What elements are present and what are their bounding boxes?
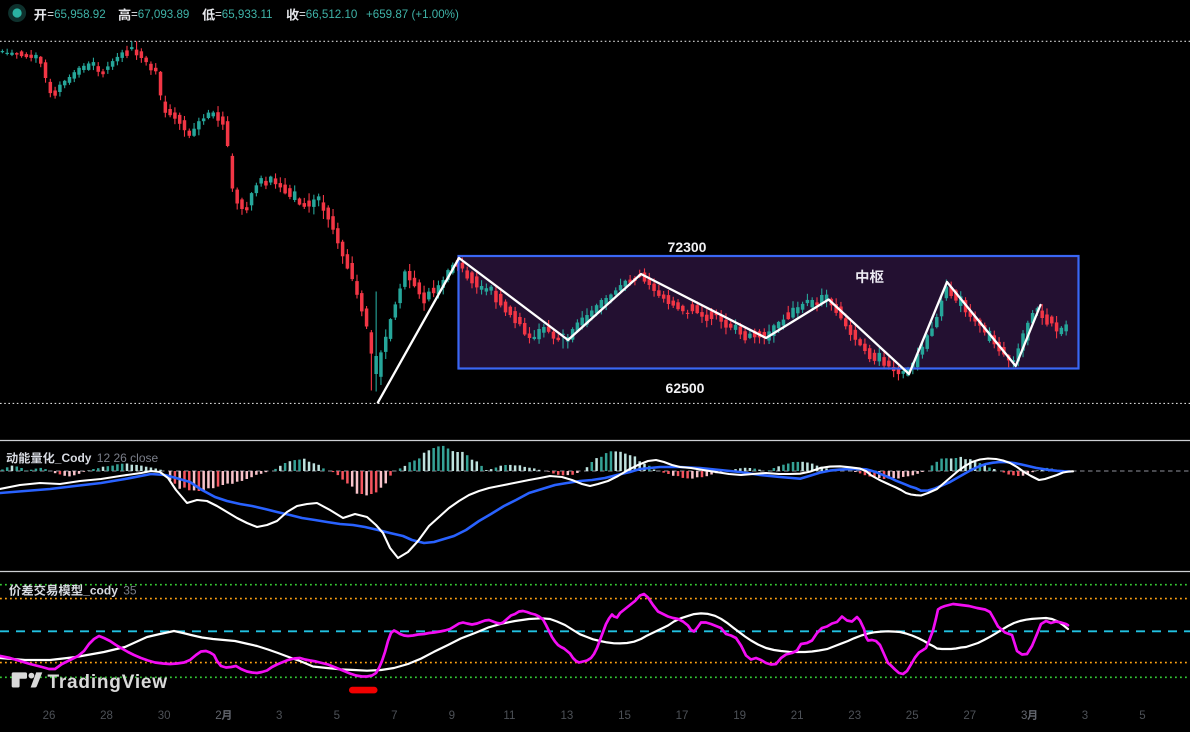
svg-text:21: 21: [791, 710, 804, 722]
svg-text:12 26 close: 12 26 close: [97, 451, 159, 465]
svg-text:2: 2: [215, 710, 221, 722]
svg-text:=67,093.89: =67,093.89: [131, 8, 189, 21]
svg-text:62500: 62500: [666, 380, 705, 396]
svg-text:3: 3: [276, 710, 282, 722]
svg-text:35: 35: [123, 583, 137, 597]
svg-text:25: 25: [906, 710, 919, 722]
svg-text:=65,958.92: =65,958.92: [47, 8, 105, 21]
svg-text:28: 28: [100, 710, 113, 722]
svg-text:TradingView: TradingView: [48, 672, 168, 693]
svg-text:=65,933.11: =65,933.11: [215, 8, 273, 21]
svg-text:26: 26: [43, 710, 56, 722]
svg-text:19: 19: [733, 710, 746, 722]
svg-text:9: 9: [449, 710, 455, 722]
svg-text:3: 3: [1082, 710, 1088, 722]
svg-text:30: 30: [158, 710, 171, 722]
svg-text:_cody: _cody: [82, 583, 118, 597]
svg-text:5: 5: [334, 710, 340, 722]
svg-text:23: 23: [848, 710, 861, 722]
svg-text:15: 15: [618, 710, 631, 722]
svg-text:=66,512.10: =66,512.10: [299, 8, 357, 21]
svg-text:5: 5: [1139, 710, 1145, 722]
svg-text:+659.87 (+1.00%): +659.87 (+1.00%): [366, 8, 459, 21]
svg-text:27: 27: [963, 710, 976, 722]
svg-text:13: 13: [561, 710, 574, 722]
svg-text:11: 11: [503, 710, 515, 722]
svg-text:_Cody: _Cody: [54, 451, 92, 465]
svg-text:7: 7: [391, 710, 397, 722]
svg-text:3: 3: [1021, 710, 1027, 722]
svg-text:17: 17: [676, 710, 689, 722]
svg-text:72300: 72300: [668, 239, 707, 255]
